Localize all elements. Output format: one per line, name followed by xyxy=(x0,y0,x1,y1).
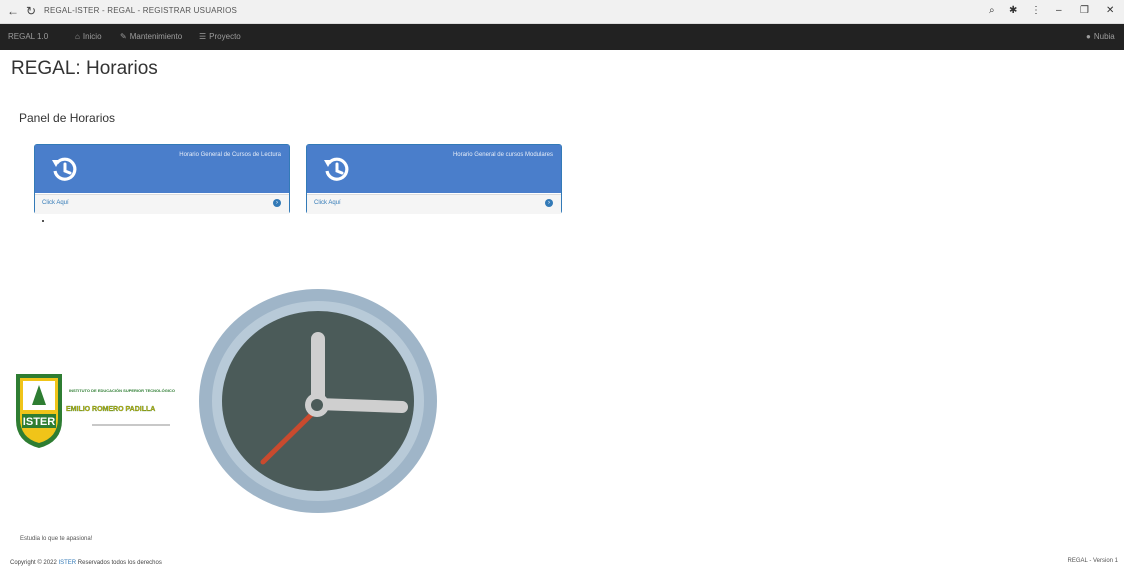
top-navbar: REGAL 1.0 ⌂ Inicio ✎ Mantenimiento ☰ Proyec… xyxy=(0,24,1124,50)
card-header: Horario General de cursos Modulares xyxy=(307,145,561,193)
copyright: Copyright © 2022 ISTER Reservados todos … xyxy=(10,560,162,566)
copyright-link[interactable]: ISTER xyxy=(58,560,76,566)
reload-icon[interactable]: ↻ xyxy=(24,4,38,18)
panel-title: Panel de Horarios xyxy=(19,111,116,125)
arrow-right-circle-icon[interactable]: › xyxy=(545,199,553,207)
card-caption: Horario General de cursos Modulares xyxy=(452,152,553,158)
card-caption: Horario General de Cursos de Lectura xyxy=(179,152,281,158)
wrench-icon: ✎ xyxy=(120,32,127,41)
list-icon: ☰ xyxy=(199,32,207,41)
history-icon xyxy=(52,157,77,181)
bullet-dot xyxy=(42,220,44,222)
schedule-card-modulares: Horario General de cursos Modulares Clic… xyxy=(306,144,562,214)
back-arrow-icon[interactable]: ← xyxy=(6,4,20,18)
page-title: REGAL: Horarios xyxy=(11,58,158,79)
user-menu[interactable]: ● Nubia xyxy=(1086,32,1115,41)
nav-item-mantenimiento[interactable]: ✎ Mantenimiento xyxy=(120,32,182,41)
card-link-text[interactable]: Click Aquí xyxy=(314,200,341,206)
home-icon: ⌂ xyxy=(75,32,80,41)
navbar-brand[interactable]: REGAL 1.0 xyxy=(8,32,48,41)
arrow-right-circle-icon[interactable]: › xyxy=(273,199,281,207)
minimize-icon[interactable]: – xyxy=(1056,5,1062,17)
menu-kebab-icon[interactable]: ⋮ xyxy=(1031,5,1041,17)
schedule-card-lectura: Horario General de Cursos de Lectura Cli… xyxy=(34,144,290,214)
tagline: Estudia lo que te apasiona! xyxy=(20,536,93,542)
institution-logo: ISTER INSTITUTO DE EDUCACIÓN SUPERIOR TE… xyxy=(14,370,194,450)
ister-shield-logo: ISTER INSTITUTO DE EDUCACIÓN SUPERIOR TE… xyxy=(16,374,175,448)
clock-icon xyxy=(199,289,437,513)
browser-toolbar: ← ↻ REGAL-ISTER - REGAL - REGISTRAR USUA… xyxy=(0,0,1124,24)
history-icon xyxy=(324,157,349,181)
card-footer-link[interactable]: Click Aquí › xyxy=(307,194,561,214)
address-bar[interactable]: REGAL-ISTER - REGAL - REGISTRAR USUARIOS xyxy=(44,6,237,15)
nav-item-inicio[interactable]: ⌂ Inicio xyxy=(75,32,102,41)
svg-text:ISTER: ISTER xyxy=(23,416,55,428)
user-icon: ● xyxy=(1086,32,1091,41)
svg-text:EMILIO ROMERO PADILLA: EMILIO ROMERO PADILLA xyxy=(66,406,155,413)
card-link-text[interactable]: Click Aquí xyxy=(42,200,69,206)
extensions-icon[interactable]: ✱ xyxy=(1009,5,1017,17)
card-footer-link[interactable]: Click Aquí › xyxy=(35,194,289,214)
version-label: REGAL - Version 1 xyxy=(1067,558,1118,564)
card-header: Horario General de Cursos de Lectura xyxy=(35,145,289,193)
svg-text:INSTITUTO DE EDUCACIÓN SUPERIO: INSTITUTO DE EDUCACIÓN SUPERIOR TECNOLÓG… xyxy=(69,388,175,393)
clock-illustration xyxy=(197,287,439,515)
nav-item-proyecto[interactable]: ☰ Proyecto xyxy=(199,32,241,41)
close-icon[interactable]: ✕ xyxy=(1106,5,1114,17)
zoom-icon[interactable]: ⌕ xyxy=(989,5,995,17)
restore-icon[interactable]: ❐ xyxy=(1080,5,1089,17)
